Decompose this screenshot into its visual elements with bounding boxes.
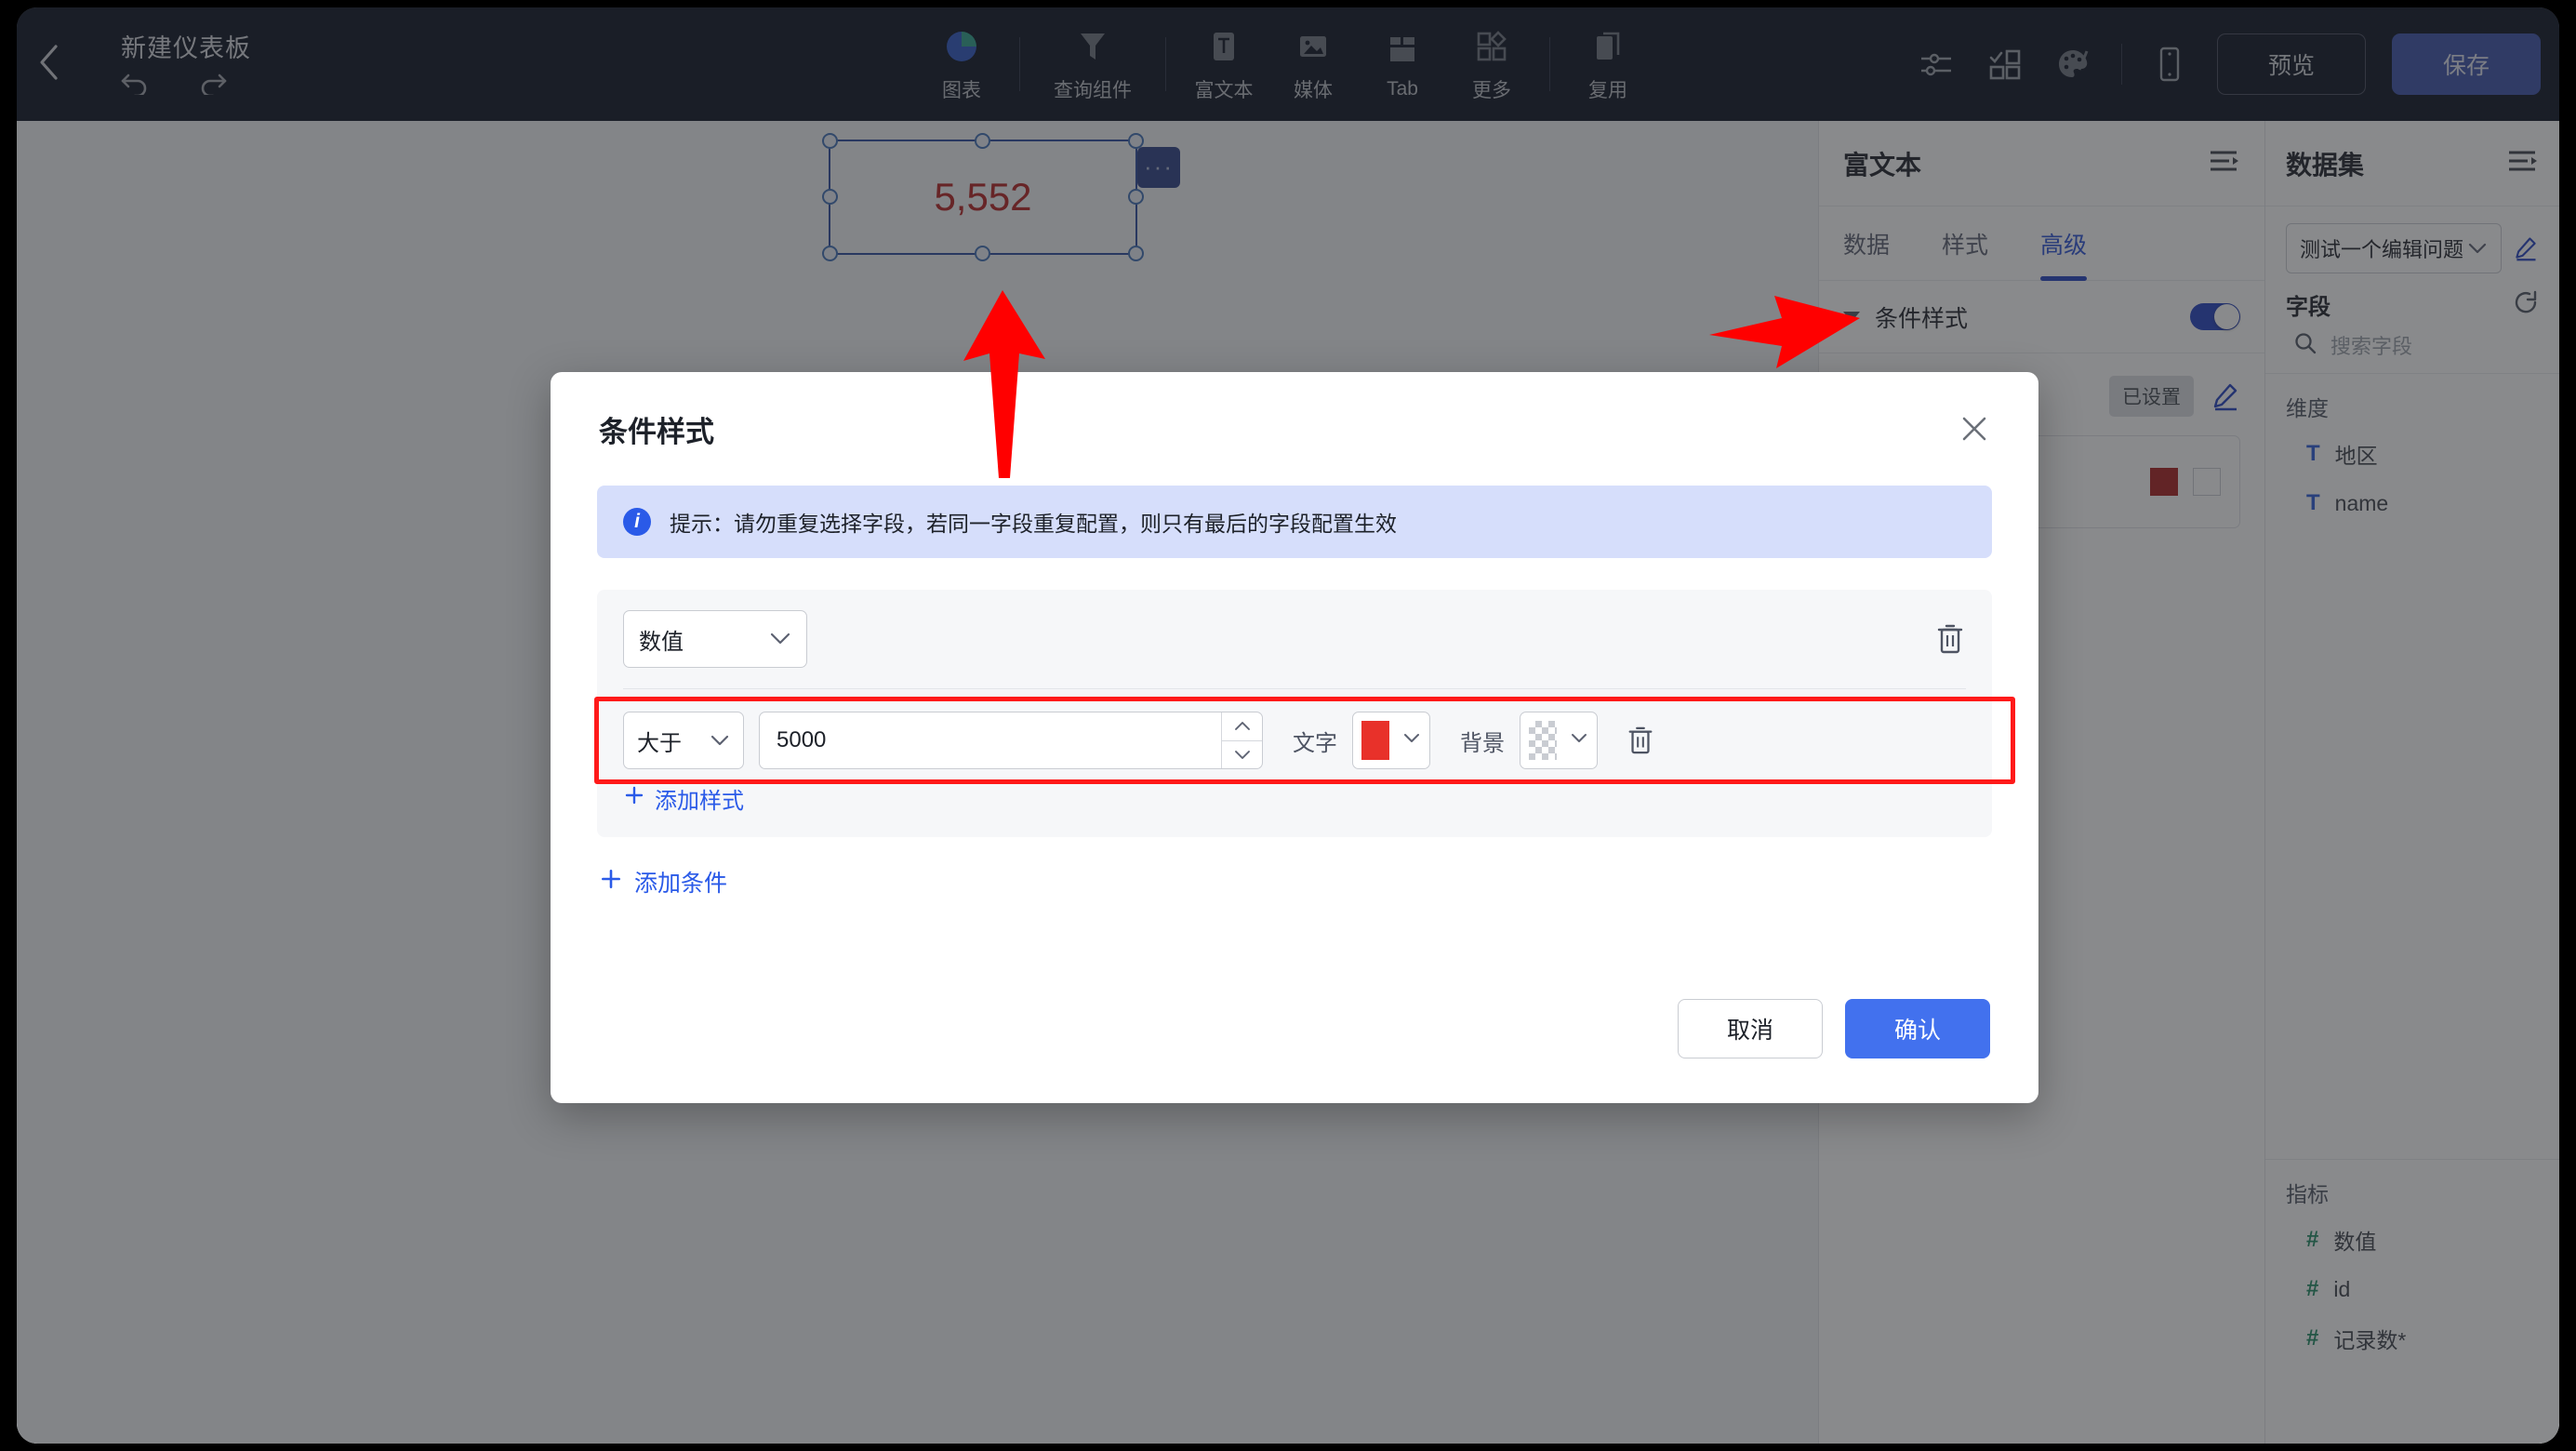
- chevron-down-icon[interactable]: [1222, 740, 1262, 769]
- operator-select[interactable]: 大于: [623, 712, 744, 769]
- add-style-label: 添加样式: [655, 782, 744, 815]
- quantity-stepper[interactable]: [1221, 712, 1262, 768]
- confirm-button-label: 确认: [1894, 1012, 1941, 1045]
- background-color-picker[interactable]: [1520, 712, 1598, 769]
- condition-rule-box: 数值 大于: [597, 590, 1992, 837]
- info-icon: i: [623, 508, 651, 536]
- chevron-down-icon: [710, 727, 730, 753]
- delete-style-button[interactable]: [1626, 725, 1655, 756]
- text-color-label: 文字: [1293, 725, 1337, 757]
- text-color-chip: [1361, 721, 1389, 760]
- dialog-footer: 取消 确认: [1678, 999, 1990, 1058]
- dialog-title: 条件样式: [599, 408, 714, 450]
- chevron-down-icon: [1402, 732, 1421, 749]
- plus-icon: [599, 867, 623, 898]
- operator-select-value: 大于: [637, 725, 682, 757]
- info-banner: i 提示：请勿重复选择字段，若同一字段重复配置，则只有最后的字段配置生效: [597, 486, 1992, 558]
- close-icon[interactable]: [1959, 413, 1990, 445]
- cancel-button-label: 取消: [1727, 1012, 1773, 1045]
- text-color-picker[interactable]: [1352, 712, 1430, 769]
- delete-condition-button[interactable]: [1934, 622, 1966, 656]
- field-select[interactable]: 数值: [623, 610, 807, 668]
- chevron-up-icon[interactable]: [1222, 712, 1262, 740]
- confirm-button[interactable]: 确认: [1845, 999, 1990, 1058]
- add-style-button[interactable]: 添加样式: [623, 782, 1966, 815]
- chevron-down-icon: [1570, 732, 1588, 749]
- info-banner-text: 提示：请勿重复选择字段，若同一字段重复配置，则只有最后的字段配置生效: [670, 506, 1397, 538]
- background-color-chip: [1529, 721, 1557, 760]
- chevron-down-icon: [769, 626, 791, 652]
- threshold-input[interactable]: 5000: [759, 712, 1263, 769]
- cancel-button[interactable]: 取消: [1678, 999, 1823, 1058]
- dialog-body: i 提示：请勿重复选择字段，若同一字段重复配置，则只有最后的字段配置生效 数值: [551, 486, 2038, 899]
- style-rule-row: 大于 5000: [623, 710, 1966, 771]
- divider: [623, 688, 1966, 689]
- condition-field-row: 数值: [623, 610, 1966, 668]
- style-row-wrapper: 大于 5000: [623, 710, 1966, 771]
- dialog-header: 条件样式: [551, 372, 2038, 486]
- app-root: 新建仪表板 图表 查询组件: [0, 0, 2576, 1451]
- add-condition-button[interactable]: 添加条件: [597, 865, 1992, 899]
- field-select-value: 数值: [639, 623, 684, 656]
- app-window: 新建仪表板 图表 查询组件: [17, 7, 2559, 1444]
- threshold-value: 5000: [760, 712, 1221, 768]
- plus-icon: [623, 784, 645, 813]
- conditional-style-dialog: 条件样式 i 提示：请勿重复选择字段，若同一字段重复配置，则只有最后的字段配置生…: [551, 372, 2038, 1103]
- background-color-label: 背景: [1460, 725, 1505, 757]
- add-condition-label: 添加条件: [634, 865, 727, 899]
